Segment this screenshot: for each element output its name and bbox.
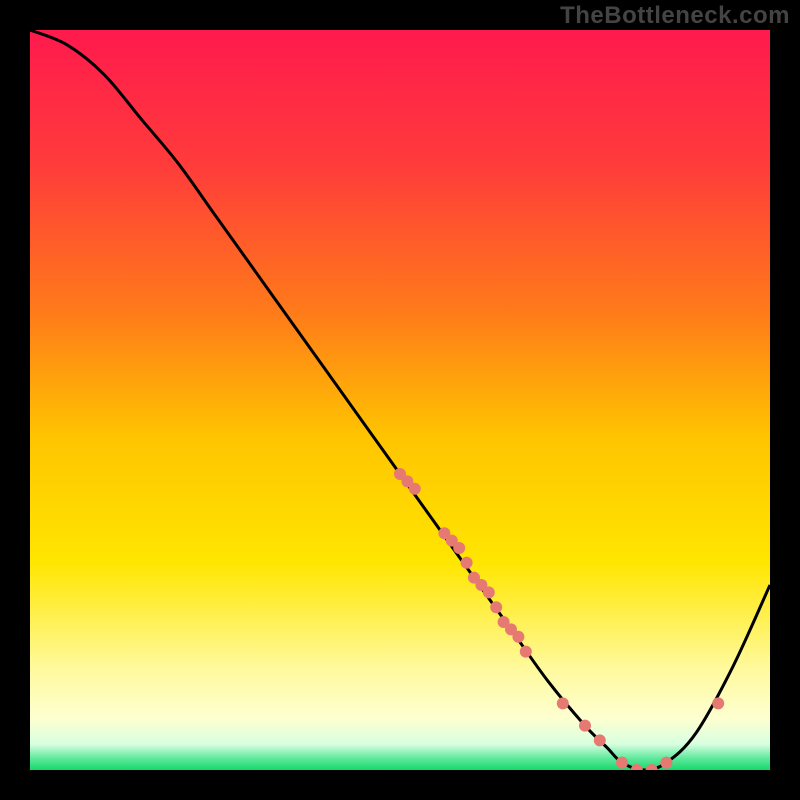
chart-frame: TheBottleneck.com: [0, 0, 800, 800]
gradient-background: [30, 30, 770, 770]
sample-point: [616, 757, 628, 769]
sample-point: [461, 557, 473, 569]
sample-point: [712, 697, 724, 709]
bottleneck-chart: [30, 30, 770, 770]
sample-point: [557, 697, 569, 709]
sample-point: [512, 631, 524, 643]
sample-point: [579, 720, 591, 732]
sample-point: [660, 757, 672, 769]
sample-point: [594, 734, 606, 746]
watermark-text: TheBottleneck.com: [560, 2, 790, 30]
sample-point: [520, 646, 532, 658]
sample-point: [409, 483, 421, 495]
sample-point: [490, 601, 502, 613]
sample-point: [453, 542, 465, 554]
sample-point: [483, 586, 495, 598]
